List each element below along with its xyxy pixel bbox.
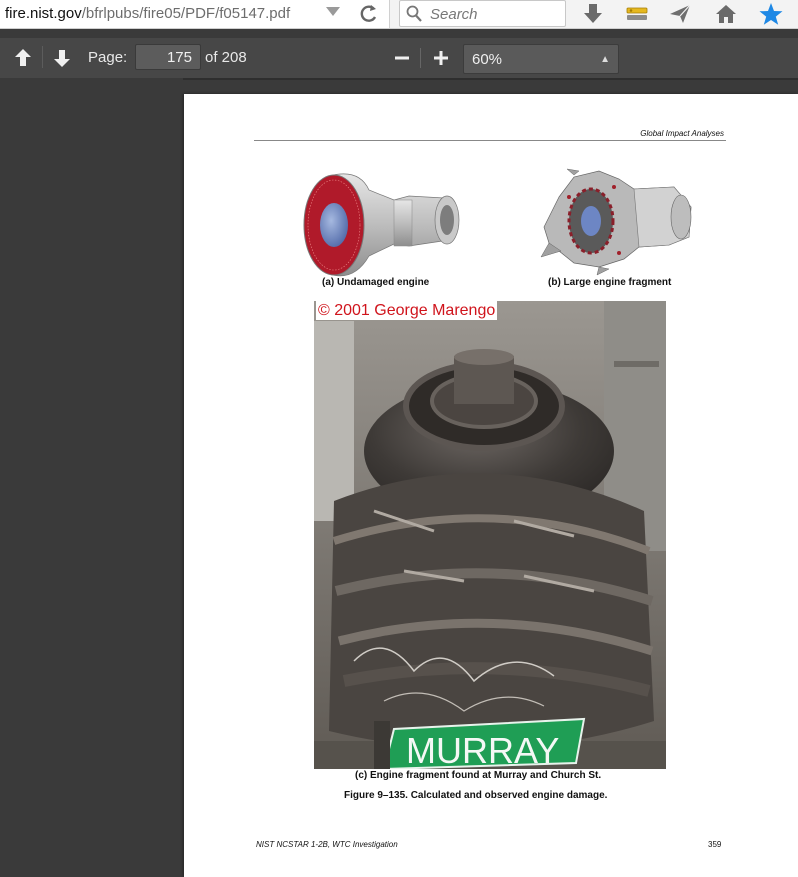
caption-engine-photo: (c) Engine fragment found at Murray and … [355, 770, 602, 781]
search-icon [406, 5, 422, 22]
chevron-down-icon[interactable] [326, 7, 340, 16]
pdf-toolbar: Page: of 208 60% ▲ [0, 38, 798, 78]
caption-undamaged-engine: (a) Undamaged engine [322, 277, 430, 288]
viewer-top-border [183, 78, 798, 80]
minus-icon[interactable] [388, 44, 416, 72]
pdf-page: Global Impact Analyses (a) Undamaged eng… [184, 94, 798, 877]
toolbar-gap [0, 29, 798, 38]
page-footer-number: 359 [708, 840, 722, 849]
engine-fragment-photo: MURRAY © 2001 George Marengo [314, 301, 666, 769]
plus-icon[interactable] [427, 44, 455, 72]
search-input[interactable] [430, 5, 560, 24]
header-rule [254, 140, 726, 141]
engine-fragment-image [540, 168, 692, 276]
page-footer-source: NIST NCSTAR 1-2B, WTC Investigation [256, 840, 398, 849]
page-label: Page: [88, 49, 128, 66]
download-icon[interactable] [580, 2, 606, 26]
url-text[interactable]: fire.nist.gov/bfrlpubs/fire05/PDF/f05147… [5, 5, 290, 22]
key-icon[interactable] [624, 2, 650, 26]
search-box[interactable] [399, 0, 566, 27]
zoom-value: 60% [472, 51, 503, 68]
arrow-up-icon[interactable] [9, 44, 37, 72]
page-header: Global Impact Analyses [640, 129, 724, 138]
url-path: /bfrlpubs/fire05/PDF/f05147.pdf [81, 5, 291, 22]
updown-arrow-icon: ▲ [600, 54, 610, 65]
photo-credit: © 2001 George Marengo [316, 301, 498, 320]
toolbar-divider [42, 46, 43, 68]
page-number-input[interactable] [135, 44, 201, 70]
send-icon[interactable] [667, 2, 693, 26]
star-icon[interactable] [758, 2, 784, 26]
browser-navbar: fire.nist.gov/bfrlpubs/fire05/PDF/f05147… [0, 0, 798, 29]
home-icon[interactable] [713, 2, 739, 26]
url-host: fire.nist.gov [5, 5, 82, 22]
zoom-select[interactable]: 60% ▲ [463, 44, 619, 74]
reload-icon[interactable] [356, 2, 382, 26]
arrow-down-icon[interactable] [48, 44, 76, 72]
figure-caption: Figure 9–135. Calculated and observed en… [344, 790, 608, 801]
page-count: of 208 [205, 49, 247, 66]
street-sign-text: MURRAY [406, 730, 559, 769]
toolbar-divider [420, 48, 421, 68]
url-bar[interactable]: fire.nist.gov/bfrlpubs/fire05/PDF/f05147… [0, 0, 390, 28]
undamaged-engine-image [303, 173, 460, 277]
caption-engine-fragment: (b) Large engine fragment [548, 277, 672, 288]
